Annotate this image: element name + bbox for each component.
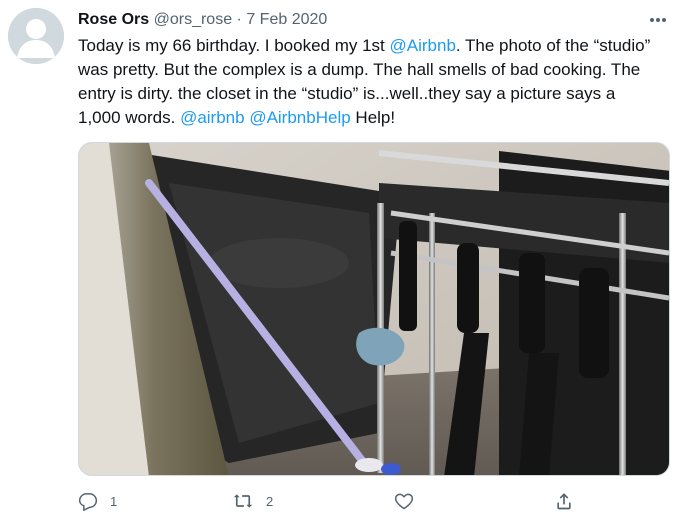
share-button[interactable]	[554, 488, 574, 514]
tweet-text-part: Today is my 66 birthday. I booked my 1st	[78, 36, 390, 55]
share-icon	[557, 493, 571, 510]
tweet-card[interactable]: Rose Ors @ors_rose · 7 Feb 2020 Today is…	[0, 0, 680, 521]
retweet-icon	[233, 494, 253, 508]
tweet-actions: 1 2	[78, 488, 658, 514]
reply-icon	[78, 493, 98, 511]
avatar[interactable]	[8, 8, 64, 64]
closet-photo-illustration	[79, 143, 669, 475]
display-name[interactable]: Rose Ors	[78, 11, 149, 28]
retweet-button[interactable]: 2	[232, 488, 273, 514]
reply-count: 1	[110, 493, 118, 509]
default-avatar-icon	[8, 8, 64, 64]
tweet-photo[interactable]	[78, 142, 670, 476]
tweet-header: Rose Ors @ors_rose · 7 Feb 2020	[78, 10, 640, 30]
reply-button[interactable]: 1	[78, 488, 117, 514]
heart-icon	[394, 493, 414, 510]
tweet-text: Today is my 66 birthday. I booked my 1st…	[78, 34, 658, 130]
mention-link[interactable]: @Airbnb	[390, 36, 456, 55]
retweet-count: 2	[266, 493, 274, 509]
mention-link[interactable]: @AirbnbHelp	[249, 108, 350, 127]
mention-link[interactable]: @airbnb	[180, 108, 245, 127]
header-separator: ·	[236, 11, 242, 28]
tweet-date[interactable]: 7 Feb 2020	[246, 11, 327, 28]
more-options-button[interactable]	[648, 10, 668, 30]
user-handle[interactable]: @ors_rose	[154, 11, 233, 28]
like-button[interactable]	[394, 488, 414, 514]
more-horizontal-icon	[650, 18, 666, 22]
tweet-text-part: Help!	[350, 108, 396, 127]
